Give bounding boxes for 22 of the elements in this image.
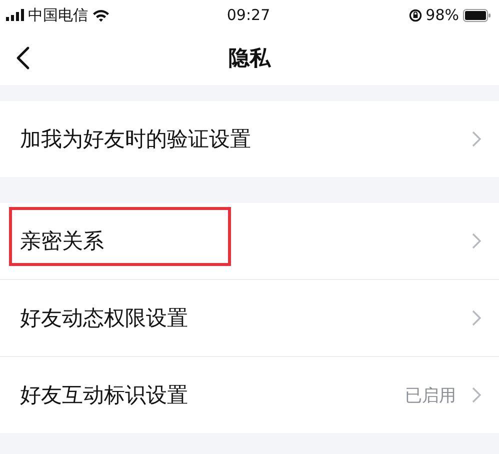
chevron-icon <box>472 131 481 147</box>
row-label: 好友互动标识设置 <box>20 382 189 409</box>
row-value: 已启用 <box>405 384 456 406</box>
settings-row[interactable]: 加我为好友时的验证设置 <box>0 101 499 177</box>
chevron-icon <box>472 387 481 403</box>
settings-row[interactable]: 好友动态权限设置 <box>0 280 499 357</box>
settings-row[interactable]: 好友互动标识设置 已启用 <box>0 357 499 433</box>
battery-percent: 98% <box>426 6 460 24</box>
page-title: 隐私 <box>228 46 270 70</box>
battery-icon <box>463 8 492 22</box>
back-icon[interactable] <box>16 46 30 70</box>
row-label: 加我为好友时的验证设置 <box>20 126 252 153</box>
status-time: 09:27 <box>226 6 270 24</box>
row-label: 亲密关系 <box>20 228 105 255</box>
wifi-icon <box>92 8 110 22</box>
chevron-icon <box>472 310 481 326</box>
signal-icon <box>6 9 24 21</box>
settings-row[interactable]: 亲密关系 <box>0 203 499 280</box>
chevron-icon <box>472 233 481 249</box>
row-label: 好友动态权限设置 <box>20 305 189 332</box>
rotation-lock-icon <box>408 8 422 22</box>
carrier-name: 中国电信 <box>28 6 88 24</box>
